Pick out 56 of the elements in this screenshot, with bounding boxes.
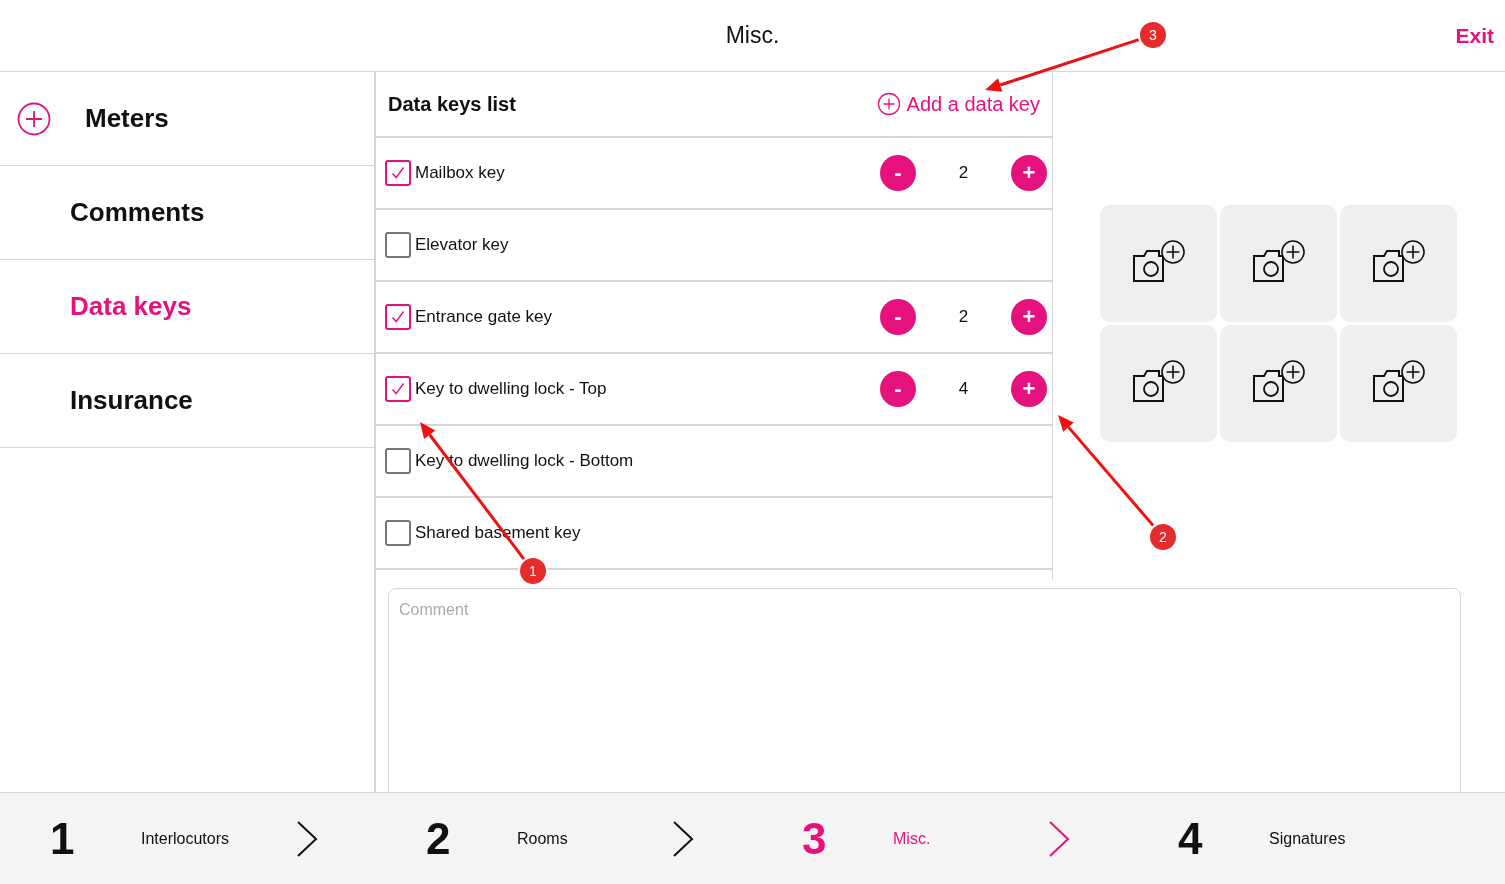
add-photo-icon (1131, 238, 1186, 283)
key-label: Entrance gate key (415, 307, 554, 327)
sidebar-item[interactable]: Meters (0, 72, 374, 166)
photo-slot[interactable] (1100, 325, 1217, 442)
step-number: 2 (426, 813, 451, 864)
comment-field[interactable]: Comment (388, 588, 1461, 792)
add-photo-icon (1251, 238, 1306, 283)
add-data-key-button[interactable]: Add a data key (876, 92, 1040, 116)
increment-button[interactable]: + (1011, 155, 1047, 191)
photo-slot[interactable] (1340, 205, 1457, 322)
sidebar-item[interactable]: Comments (0, 166, 374, 260)
step-tab[interactable]: Signatures (1269, 829, 1346, 848)
sidebar-item[interactable]: Insurance (0, 354, 374, 448)
photo-slot[interactable] (1220, 205, 1337, 322)
exit-button[interactable]: Exit (1455, 24, 1494, 48)
step-tab[interactable]: Misc. (893, 829, 931, 848)
photo-slot[interactable] (1100, 205, 1217, 322)
quantity: 4 (957, 379, 970, 399)
step-tab[interactable]: Interlocutors (141, 829, 230, 848)
key-label: Key to dwelling lock - Top (415, 379, 608, 399)
photo-slot[interactable] (1220, 325, 1337, 442)
quantity: 2 (957, 307, 970, 327)
chevron-icon (1048, 819, 1070, 858)
step-tab[interactable]: Rooms (517, 829, 568, 848)
step-number: 4 (1178, 813, 1203, 864)
chevron-icon (296, 819, 318, 858)
step-number: 1 (50, 813, 75, 864)
list-title: Data keys list (388, 92, 516, 116)
decrement-button[interactable]: - (880, 299, 916, 335)
increment-button[interactable]: + (1011, 299, 1047, 335)
chevron-icon (672, 819, 694, 858)
sidebar-item[interactable]: Data keys (0, 260, 374, 354)
annotation-badge: 2 (1148, 522, 1178, 552)
checkbox[interactable] (385, 520, 411, 546)
step-number: 3 (802, 813, 827, 864)
checkbox[interactable] (385, 376, 411, 402)
annotation-badge: 1 (518, 556, 548, 586)
screen-title: Misc. (725, 22, 780, 49)
add-icon (17, 102, 51, 136)
add-icon (876, 92, 901, 116)
decrement-button[interactable]: - (880, 155, 916, 191)
quantity: 2 (957, 163, 970, 183)
add-photo-icon (1371, 238, 1426, 283)
photo-slot[interactable] (1340, 325, 1457, 442)
checkbox[interactable] (385, 304, 411, 330)
key-label: Mailbox key (415, 163, 506, 183)
add-photo-icon (1131, 358, 1186, 403)
add-photo-icon (1251, 358, 1306, 403)
annotation-badge: 3 (1138, 20, 1168, 50)
key-label: Elevator key (415, 235, 510, 255)
add-photo-icon (1371, 358, 1426, 403)
checkbox[interactable] (385, 232, 411, 258)
increment-button[interactable]: + (1011, 371, 1047, 407)
decrement-button[interactable]: - (880, 371, 916, 407)
checkbox[interactable] (385, 160, 411, 186)
checkbox[interactable] (385, 448, 411, 474)
